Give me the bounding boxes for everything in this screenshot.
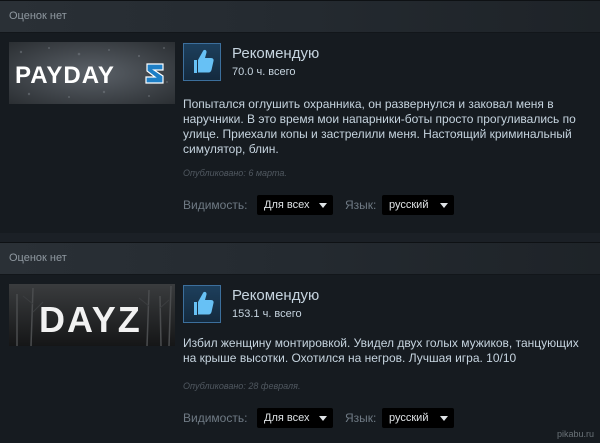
visibility-dropdown[interactable]: Для всех <box>257 195 333 215</box>
payday2-logo-text: PAYDAY <box>15 62 115 89</box>
hours-played: 153.1 ч. всего <box>232 308 302 320</box>
visibility-dropdown[interactable]: Для всех <box>257 408 333 428</box>
game-capsule-payday2[interactable]: PAYDAY <box>9 42 175 104</box>
review-helpful-header: Оценок нет <box>0 243 600 275</box>
watermark: pikabu.ru <box>556 429 594 439</box>
payday2-logo: PAYDAY <box>9 42 175 104</box>
recommendation-label: Рекомендую <box>232 45 320 62</box>
dayz-logo: DAYZ <box>9 284 175 346</box>
recommendation-label: Рекомендую <box>232 287 320 304</box>
language-dropdown[interactable]: русский <box>382 195 454 215</box>
posted-date: Опубликовано: 28 февраля. <box>183 381 301 391</box>
language-value: русский <box>389 412 429 424</box>
language-label: Язык: <box>345 198 377 212</box>
review-helpful-header: Оценок нет <box>0 1 600 33</box>
visibility-label: Видимость: <box>183 198 248 212</box>
thumbs-up-icon <box>183 285 221 323</box>
visibility-value: Для всех <box>264 199 310 211</box>
thumbs-up-icon <box>183 43 221 81</box>
game-capsule-dayz[interactable]: DAYZ <box>9 284 175 346</box>
language-label: Язык: <box>345 411 377 425</box>
hours-played: 70.0 ч. всего <box>232 66 296 78</box>
chevron-down-icon <box>319 203 327 208</box>
chevron-down-icon <box>440 203 448 208</box>
review-text: Попытался оглушить охранника, он разверн… <box>183 97 576 156</box>
chevron-down-icon <box>319 416 327 421</box>
visibility-label: Видимость: <box>183 411 248 425</box>
review-card-payday2: Оценок нет PAYDAY Рекомендую 70.0 ч. все… <box>0 0 600 233</box>
visibility-value: Для всех <box>264 412 310 424</box>
language-value: русский <box>389 199 429 211</box>
language-dropdown[interactable]: русский <box>382 408 454 428</box>
dayz-logo-text: DAYZ <box>39 299 142 340</box>
review-text: Избил женщину монтировкой. Увидел двух г… <box>183 336 579 365</box>
chevron-down-icon <box>440 416 448 421</box>
review-card-dayz: Оценок нет DAYZ Рекомендую 153.1 ч. всег… <box>0 242 600 443</box>
posted-date: Опубликовано: 6 марта. <box>183 168 287 178</box>
